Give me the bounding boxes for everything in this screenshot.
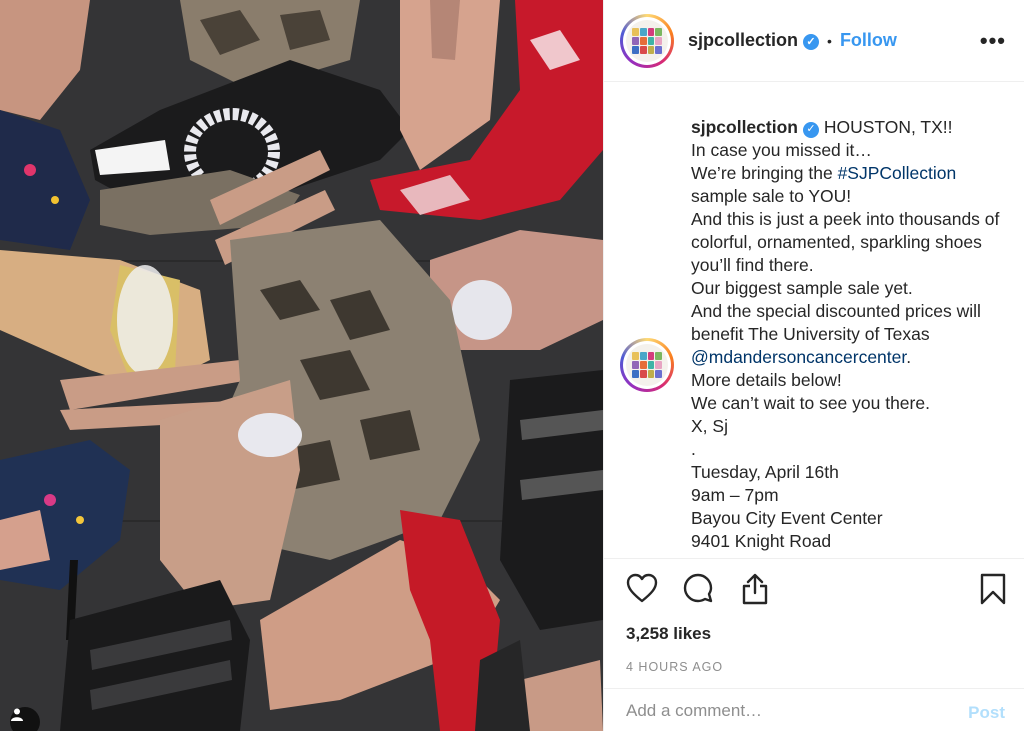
likes-count[interactable]: 3,258 likes <box>626 624 711 644</box>
comment-bar: Post <box>604 688 1024 731</box>
caption-line: 9am – 7pm <box>691 485 779 505</box>
verified-badge-icon: ✓ <box>803 33 820 50</box>
profile-avatar[interactable] <box>620 13 674 68</box>
avatar-image <box>626 19 668 62</box>
caption-line: . <box>906 347 912 367</box>
caption-avatar[interactable] <box>620 338 674 392</box>
post-actions: 3,258 likes 4 HOURS AGO <box>604 558 1024 688</box>
post-header: sjpcollection ✓ • Follow ••• <box>604 0 1024 82</box>
caption-avatar-image <box>626 344 668 386</box>
caption-username[interactable]: sjpcollection <box>691 117 798 137</box>
separator-dot: • <box>827 32 832 49</box>
heart-icon[interactable] <box>626 573 658 603</box>
caption-line: sample sale to YOU! <box>691 186 852 206</box>
caption-line: 9401 Knight Road <box>691 531 832 551</box>
caption-scroll-area[interactable]: sjpcollection ✓ HOUSTON, TX!! In case you… <box>604 83 1024 558</box>
shoes-photo-illustration <box>0 0 603 731</box>
comment-icon[interactable] <box>683 573 713 603</box>
caption-line: More details below! <box>691 370 842 390</box>
username-text: sjpcollection <box>688 30 799 50</box>
caption-line: And this is just a peek into thousands o… <box>691 209 1000 275</box>
caption-line: We can’t wait to see you there. <box>691 393 930 413</box>
bookmark-icon[interactable] <box>980 573 1006 605</box>
hashtag-link[interactable]: #SJPCollection <box>838 163 957 183</box>
caption-line: We’re bringing the <box>691 163 838 183</box>
caption-line: Tuesday, April 16th <box>691 462 839 482</box>
caption-line: In case you missed it… <box>691 140 872 160</box>
caption-line: HOUSTON, TX!! <box>823 117 953 137</box>
share-icon[interactable] <box>740 573 770 605</box>
tagged-user-icon[interactable] <box>10 707 40 731</box>
caption-text: sjpcollection ✓ HOUSTON, TX!! In case you… <box>691 116 1011 553</box>
caption-line: Bayou City Event Center <box>691 508 883 528</box>
follow-button[interactable]: Follow <box>840 30 897 51</box>
caption-line: . <box>691 439 696 459</box>
caption-line: Our biggest sample sale yet. <box>691 278 913 298</box>
post-side-panel: sjpcollection ✓ • Follow ••• sjpcollectio… <box>603 0 1024 731</box>
more-options-icon[interactable]: ••• <box>980 28 1006 54</box>
mention-link[interactable]: @mdandersoncancercenter <box>691 347 906 367</box>
post-photo[interactable] <box>0 0 603 731</box>
username-link[interactable]: sjpcollection ✓ <box>688 30 820 51</box>
caption-verified-badge-icon: ✓ <box>802 121 819 138</box>
post-comment-button[interactable]: Post <box>968 703 1005 723</box>
caption-line: X, Sj <box>691 416 728 436</box>
caption-line: And the special discounted prices will b… <box>691 301 981 344</box>
post-timestamp[interactable]: 4 HOURS AGO <box>626 660 723 674</box>
comment-input[interactable] <box>626 701 926 721</box>
